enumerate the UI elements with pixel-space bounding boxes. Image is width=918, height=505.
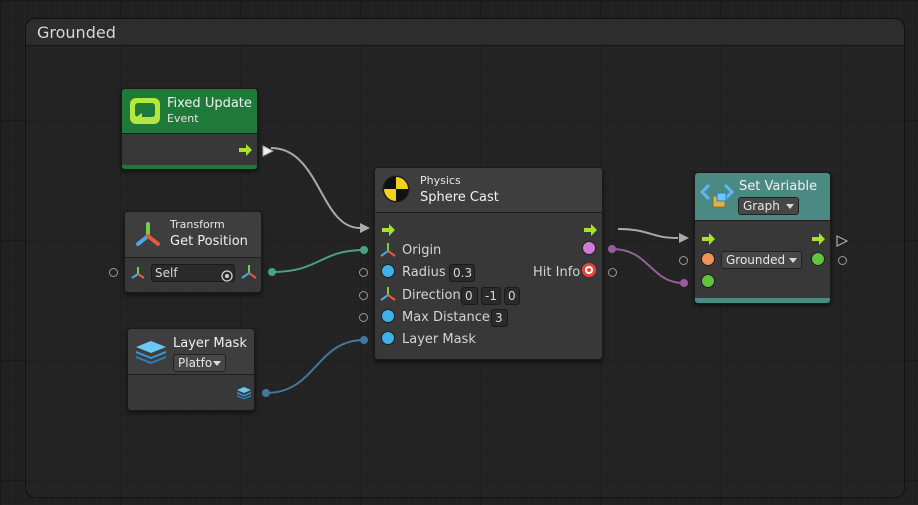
max-distance-field[interactable]: 3 [491,309,508,327]
node-title: Layer Mask [173,336,247,351]
sphere-cast-node[interactable]: Physics Sphere Cast Origin Radius 0.3 Hi… [374,167,603,360]
bool-output-port[interactable] [811,252,825,266]
flow-output-arrow[interactable] [812,230,826,245]
radius-port-label: Radius [402,265,446,280]
transform-icon [134,221,162,253]
chevron-down-icon [213,361,221,366]
event-loop-icon [129,97,161,129]
flow-output-arrow[interactable] [584,221,598,236]
float-input-port[interactable] [381,309,395,323]
vector3-icon [380,242,396,262]
direction-port-label: Direction [402,288,461,303]
hit-info-port-label: Hit Info [533,265,581,280]
node-title: Fixed Update [167,96,252,111]
direction-default-port[interactable] [359,291,368,300]
chevron-down-icon [789,258,797,263]
node-title: Set Variable [739,179,818,194]
flow-input-arrow[interactable] [702,230,716,245]
flow-output-port[interactable] [262,142,275,161]
node-subtitle: Event [167,112,199,125]
value-output-port[interactable] [838,256,847,265]
layers-output-icon[interactable] [236,385,252,404]
bool-input-port[interactable] [701,274,715,288]
node-category: Physics [420,174,461,187]
fixed-update-header: Fixed Update Event [122,89,257,134]
fixed-update-footer [122,165,257,169]
flow-output-arrow[interactable] [239,141,253,156]
origin-port-label: Origin [402,243,442,258]
variable-name-dropdown[interactable]: Grounded [721,251,802,269]
object-input-port[interactable] [701,252,715,266]
float-input-port[interactable] [381,264,395,278]
direction-y-field[interactable]: -1 [481,287,501,305]
fixed-update-node[interactable]: Fixed Update Event [121,88,258,170]
layer-mask-dropdown[interactable]: Platfo [173,354,226,372]
vector3-output-icon[interactable] [241,264,257,284]
max-distance-port-label: Max Distance [402,310,490,325]
transform-small-icon [131,265,145,284]
hit-info-output-port[interactable] [608,268,617,277]
object-picker-icon[interactable] [221,267,233,286]
dropdown-value: Grounded [726,253,786,267]
radius-default-port[interactable] [359,268,368,277]
direction-x-field[interactable]: 0 [461,287,478,305]
node-title: Sphere Cast [420,190,499,205]
chevron-down-icon [786,204,794,209]
dropdown-value: Graph [743,199,780,213]
layers-icon [134,339,168,369]
layer-mask-node[interactable]: Layer Mask Platfo [127,328,255,411]
node-category: Transform [170,218,225,231]
variable-icon [699,179,735,215]
max-distance-default-port[interactable] [359,313,368,322]
sphere-cast-header: Physics Sphere Cast [375,168,602,213]
group-header[interactable]: Grounded [26,19,904,46]
vector3-icon [380,286,396,306]
physics-icon [381,174,411,208]
radius-value-field[interactable]: 0.3 [449,264,475,282]
node-title: Get Position [170,234,248,249]
group-title[interactable]: Grounded [37,23,116,42]
self-input-port[interactable] [109,268,118,277]
get-position-header: Transform Get Position [125,212,261,258]
direction-z-field[interactable]: 0 [504,287,520,305]
layermask-input-port[interactable] [381,331,395,345]
hit-output-port[interactable] [582,241,596,255]
variable-scope-dropdown[interactable]: Graph [738,197,799,215]
object-default-port[interactable] [679,256,688,265]
set-variable-node[interactable]: Set Variable Graph Grounded [694,172,831,304]
set-variable-footer [695,298,830,303]
dropdown-value: Platfo [178,356,213,370]
get-position-node[interactable]: Transform Get Position Self [124,211,262,293]
layer-mask-port-label: Layer Mask [402,332,476,347]
flow-output-port[interactable] [836,232,849,251]
flow-input-arrow[interactable] [382,221,396,236]
set-variable-header: Set Variable Graph [695,173,830,221]
layer-mask-header: Layer Mask Platfo [128,329,254,375]
raycast-hit-icon[interactable] [581,262,597,282]
